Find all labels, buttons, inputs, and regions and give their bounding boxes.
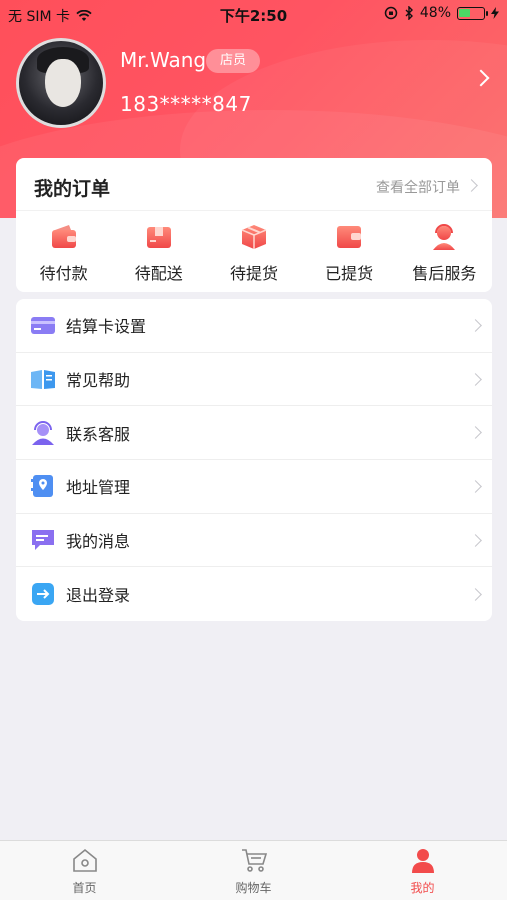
orders-card: 我的订单 查看全部订单 待付款 待配送 待提货 已提货 售后服务: [16, 158, 492, 292]
menu-item-label: 地址管理: [66, 478, 131, 498]
menu-item-address[interactable]: 地址管理: [16, 460, 492, 514]
customer-service-icon: [32, 420, 54, 445]
service-agent-icon: [433, 224, 456, 250]
cart-icon: [241, 849, 267, 872]
tab-label: 我的: [410, 881, 435, 895]
tab-cart[interactable]: 购物车: [169, 841, 338, 900]
help-book-icon: [31, 370, 55, 390]
menu-item-label: 退出登录: [66, 586, 131, 606]
wallet-icon: [51, 225, 76, 248]
chevron-right-icon: [469, 372, 482, 386]
charging-icon: [491, 7, 499, 19]
menu-item-label: 常见帮助: [66, 371, 131, 391]
chevron-right-icon: [469, 480, 482, 493]
tab-label: 购物车: [235, 881, 272, 895]
chevron-right-icon[interactable]: [472, 69, 490, 87]
orders-title: 我的订单: [34, 178, 111, 200]
order-to-pickup[interactable]: 待提货: [206, 222, 301, 284]
bank-card-icon: [31, 317, 55, 335]
order-item-label: 待配送: [134, 264, 183, 283]
user-icon: [411, 849, 434, 873]
menu-item-label: 结算卡设置: [66, 317, 147, 337]
menu-item-customer-service[interactable]: 联系客服: [16, 406, 492, 461]
package-icon: [241, 225, 267, 249]
order-item-label: 待提货: [229, 264, 278, 283]
orientation-lock-icon: [384, 6, 398, 20]
chevron-right-icon: [469, 426, 482, 440]
avatar[interactable]: [16, 38, 106, 128]
profile-header[interactable]: Mr.Wang 店员 183*****847: [0, 36, 507, 132]
delivery-box-icon: [146, 227, 171, 248]
menu-card: 结算卡设置 常见帮助 联系客服 地址管理 我的消息 退出登录: [16, 299, 492, 621]
menu-item-label: 我的消息: [66, 532, 131, 552]
home-icon: [72, 848, 97, 872]
username: Mr.Wang: [120, 48, 207, 72]
order-item-label: 已提货: [325, 264, 374, 283]
order-after-sales[interactable]: 售后服务: [397, 222, 492, 284]
chevron-right-icon: [469, 318, 482, 332]
order-picked-up[interactable]: 已提货: [302, 222, 397, 284]
logout-icon: [32, 583, 54, 606]
menu-item-label: 联系客服: [66, 424, 131, 444]
battery-percent: 48%: [419, 5, 451, 21]
order-item-label: 待付款: [39, 264, 88, 283]
tab-label: 首页: [72, 881, 97, 895]
menu-item-logout[interactable]: 退出登录: [16, 567, 492, 621]
menu-item-help[interactable]: 常见帮助: [16, 353, 492, 407]
status-bar: 无 SIM 卡 下午2:50 48%: [0, 0, 507, 28]
tab-home[interactable]: 首页: [0, 841, 169, 900]
order-to-deliver[interactable]: 待配送: [111, 222, 206, 284]
battery-icon: [457, 6, 488, 20]
tab-mine[interactable]: 我的: [338, 841, 507, 900]
menu-item-messages[interactable]: 我的消息: [16, 514, 492, 568]
order-item-label: 售后服务: [412, 264, 477, 283]
menu-item-settlement-card[interactable]: 结算卡设置: [16, 299, 492, 353]
chevron-right-icon[interactable]: [465, 179, 478, 192]
bluetooth-icon: [405, 6, 413, 20]
bottom-tab-bar: 首页 购物车 我的: [0, 840, 507, 900]
order-pending-payment[interactable]: 待付款: [16, 222, 111, 284]
phone-number: 183*****847: [120, 92, 252, 116]
chevron-right-icon: [469, 587, 482, 601]
role-badge: 店员: [206, 49, 261, 73]
divider: [16, 210, 492, 211]
message-icon: [32, 530, 54, 551]
chevron-right-icon: [469, 533, 482, 547]
address-icon: [31, 475, 53, 498]
view-all-orders-link[interactable]: 查看全部订单: [376, 177, 460, 197]
wallet-done-icon: [337, 226, 362, 248]
